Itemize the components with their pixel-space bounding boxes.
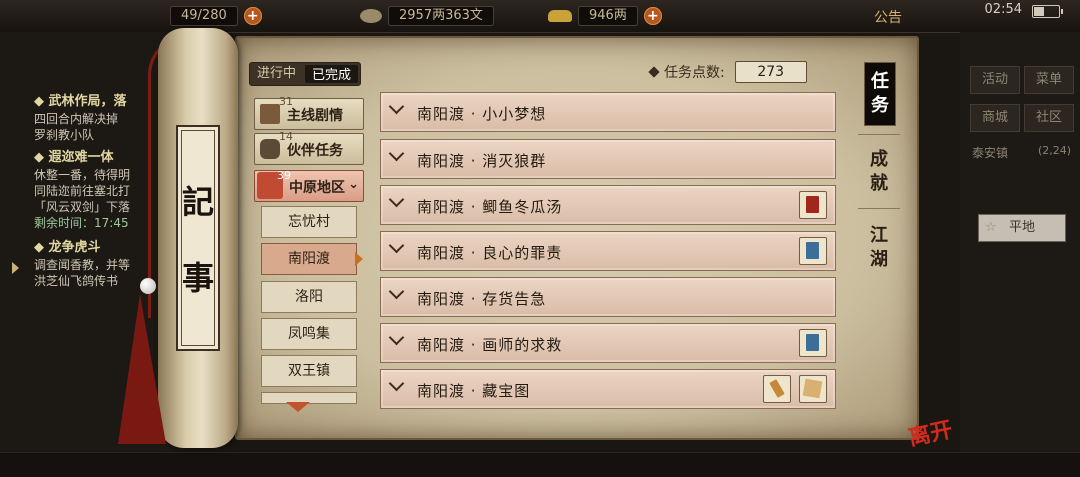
add-stamina-button[interactable]: + [243, 7, 262, 25]
diamond-icon [648, 66, 660, 78]
gold-resource: 946两 + [548, 6, 662, 26]
category-partner[interactable]: 14 伙伴任务 [254, 130, 364, 165]
handshake-icon [260, 139, 280, 159]
tab-divider [858, 134, 900, 135]
quest-row[interactable]: 南阳渡 · 小小梦想 [380, 92, 836, 132]
category-label: 伙伴任务 [287, 143, 343, 159]
treasure-map-icon[interactable] [799, 375, 827, 403]
selection-arrow-icon [355, 252, 363, 266]
quest-title: 南阳渡 · 藏宝图 [417, 382, 531, 400]
tab-label: 江湖 [870, 225, 888, 270]
star-icon: ☆ [985, 220, 997, 235]
chevron-down-icon: ⌄ [348, 177, 359, 192]
top-resource-bar: 49/280 + 2957两363文 946两 + 公告 02:54 [0, 0, 1080, 33]
money-resource: 2957两363文 [360, 6, 494, 26]
bottom-bar [0, 452, 1080, 477]
category-main-story[interactable]: 31 主线剧情 [254, 95, 364, 130]
log-timer: 剩余时间：17:45 [34, 216, 129, 230]
tab-label: 任务 [871, 71, 889, 116]
tab-achievements[interactable]: 成就 [864, 148, 894, 196]
coin-icon [360, 9, 382, 23]
stamina-value: 49/280 [170, 6, 238, 26]
location-item[interactable]: 凤鸣集 [261, 318, 357, 350]
gold-value: 946两 [578, 6, 638, 26]
quest-row[interactable]: 南阳渡 · 鲫鱼冬瓜汤 [380, 185, 836, 225]
quest-title: 南阳渡 · 存货告急 [417, 290, 547, 308]
log-line: 同陆迩前往塞北打 [34, 184, 131, 198]
location-item[interactable]: 双王镇 [261, 355, 357, 387]
scroll-title-char: 記 [181, 183, 214, 221]
quest-points: 任务点数: 273 [648, 61, 807, 83]
scroll-icon [260, 104, 280, 124]
status-toggle: 进行中 已完成 [249, 62, 361, 86]
quest-row[interactable]: 南阳渡 · 存货告急 [380, 277, 836, 317]
quest-title: 南阳渡 · 画师的求救 [417, 336, 563, 354]
community-button[interactable]: 社区 [1024, 104, 1074, 132]
log-line: 休整一番，待得明 [34, 168, 131, 182]
activity-button[interactable]: 活动 [970, 66, 1020, 94]
money-value: 2957两363文 [388, 6, 494, 26]
scroll-title-plate: 記 事 [176, 125, 220, 351]
quest-title: 南阳渡 · 鲫鱼冬瓜汤 [417, 198, 563, 216]
menu-button[interactable]: 菜单 [1024, 66, 1074, 94]
log-line: 罗刹教小队 [34, 128, 95, 142]
tab-in-progress[interactable]: 进行中 [250, 63, 303, 85]
chevron-down-icon [388, 191, 405, 208]
quest-title: 南阳渡 · 消灭狼群 [417, 152, 547, 170]
chevron-down-icon [388, 329, 405, 346]
location-item-selected[interactable]: 南阳渡 [261, 243, 357, 275]
shop-button[interactable]: 商城 [970, 104, 1020, 132]
scroll-down-arrow-icon[interactable] [286, 402, 310, 412]
log-heading: ◆ 武林作局，落 [34, 94, 127, 109]
category-central-plains[interactable]: 39 中原地区 ⌄ [254, 169, 364, 202]
category-label: 主线剧情 [287, 108, 343, 124]
log-line: 调查闻香教，并等 [34, 258, 131, 272]
category-label: 中原地区 [289, 180, 345, 196]
quest-points-value: 273 [734, 61, 807, 83]
quest-row[interactable]: 南阳渡 · 藏宝图 [380, 369, 836, 409]
clock: 02:54 [984, 2, 1022, 17]
log-line: 「风云双剑」下落 [34, 200, 131, 214]
stamina-resource: 49/280 + [170, 6, 262, 26]
tab-tasks[interactable]: 任务 [864, 62, 896, 126]
ingot-icon [548, 10, 572, 22]
tab-completed[interactable]: 已完成 [305, 65, 358, 83]
scroll-reward-icon[interactable] [763, 375, 791, 403]
tassel [118, 294, 166, 444]
log-heading: ◆ 遐迩难一体 [34, 150, 114, 165]
quest-row[interactable]: 南阳渡 · 消灭狼群 [380, 139, 836, 179]
log-line: 洪芝仙飞鸽传书 [34, 274, 119, 288]
terrain-label: ☆ 平地 [978, 214, 1066, 242]
quest-row[interactable]: 南阳渡 · 画师的求救 [380, 323, 836, 363]
right-menu-background: 活动 菜单 商城 社区 泰安镇 (2,24) ☆ 平地 [960, 32, 1080, 452]
chevron-down-icon [388, 145, 405, 162]
chevron-down-icon [388, 283, 405, 300]
quest-points-label: 任务点数: [664, 65, 725, 81]
chevron-down-icon [388, 98, 405, 115]
location-item[interactable]: 忘忧村 [261, 206, 357, 238]
add-gold-button[interactable]: + [643, 7, 662, 25]
current-coords: (2,24) [1038, 144, 1072, 157]
notice-button[interactable]: 公告 [874, 7, 902, 27]
quest-title: 南阳渡 · 良心的罪责 [417, 244, 563, 262]
tab-divider [858, 208, 900, 209]
blue-book-icon[interactable] [799, 237, 827, 265]
blue-book-icon[interactable] [799, 329, 827, 357]
tassel-bead [140, 278, 156, 294]
current-location: 泰安镇 [972, 146, 1009, 160]
chevron-down-icon [388, 237, 405, 254]
quest-title: 南阳渡 · 小小梦想 [417, 105, 547, 123]
log-line: 四回合内解决掉 [34, 112, 119, 126]
scroll-title-char: 事 [181, 259, 214, 297]
tab-label: 成就 [870, 149, 888, 194]
location-item[interactable]: 洛阳 [261, 281, 357, 313]
red-book-icon[interactable] [799, 191, 827, 219]
tab-jianghu[interactable]: 江湖 [864, 224, 894, 272]
log-heading: ◆ 龙争虎斗 [34, 240, 101, 255]
terrain-text: 平地 [1008, 220, 1035, 235]
quest-row[interactable]: 南阳渡 · 良心的罪责 [380, 231, 836, 271]
battery-icon [1032, 5, 1063, 18]
chevron-down-icon [388, 375, 405, 392]
expand-log-arrow-icon[interactable] [12, 262, 19, 274]
